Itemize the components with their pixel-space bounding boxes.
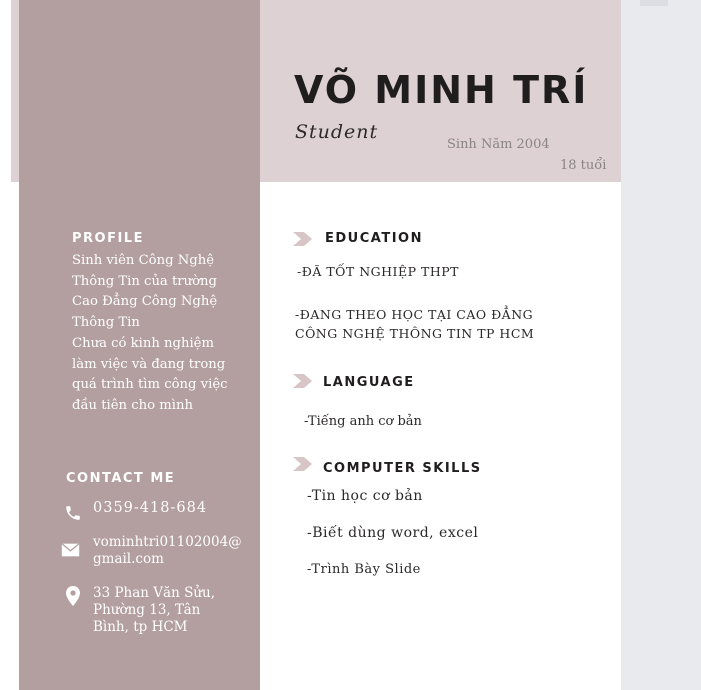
email-line: vominhtri01102004@ <box>93 534 242 550</box>
profile-line: Sinh viên Công Nghệ <box>72 253 215 268</box>
profile-line: quá trình tìm công việc <box>72 377 228 393</box>
skills-arrow-icon <box>293 457 312 471</box>
language-item: -Tiếng anh cơ bản <box>304 414 422 429</box>
page-background-gutter <box>621 0 701 690</box>
address-line: Phường 13, Tân <box>93 602 201 618</box>
skill-item: -Trình Bày Slide <box>307 562 421 577</box>
profile-line: Chưa có kinh nghiệm <box>72 335 214 351</box>
contact-heading: CONTACT ME <box>66 471 176 486</box>
mail-icon <box>61 543 80 557</box>
candidate-role: Student <box>295 121 379 143</box>
candidate-name: VÕ MINH TRÍ <box>294 68 589 112</box>
profile-line: Cao Đẳng Công Nghệ <box>72 294 218 310</box>
gutter-bar <box>640 0 668 6</box>
page-left-edge <box>0 0 11 690</box>
skill-item: -Tin học cơ bản <box>307 488 423 504</box>
birth-year: Sinh Năm 2004 <box>447 137 550 152</box>
address-line: Bình, tp HCM <box>93 619 188 635</box>
computer-skills-heading: COMPUTER SKILLS <box>323 461 482 476</box>
profile-heading: PROFILE <box>72 231 144 246</box>
contact-phone: 0359-418-684 <box>93 500 208 516</box>
profile-line: Thông Tin của trường <box>72 273 217 289</box>
education-heading: EDUCATION <box>325 231 423 246</box>
contact-email: vominhtri01102004@ gmail.com <box>93 534 242 568</box>
profile-line: Thông Tin <box>72 315 140 331</box>
language-heading: LANGUAGE <box>323 375 415 390</box>
education-item: CÔNG NGHỆ THÔNG TIN TP HCM <box>295 326 535 341</box>
contact-address: 33 Phan Văn Sửu, Phường 13, Tân Bình, tp… <box>93 585 215 636</box>
education-arrow-icon <box>293 232 312 246</box>
age: 18 tuổi <box>560 158 607 173</box>
language-arrow-icon <box>293 374 312 388</box>
location-pin-icon <box>66 586 80 606</box>
profile-line: làm việc và đang trong <box>72 356 226 372</box>
address-line: 33 Phan Văn Sửu, <box>93 585 215 601</box>
profile-line: đầu tiên cho mình <box>72 397 193 413</box>
phone-icon <box>66 506 80 520</box>
education-item: -ĐÃ TỐT NGHIỆP THPT <box>297 264 459 279</box>
profile-text: Sinh viên Công Nghệ Thông Tin của trường… <box>72 251 252 417</box>
education-item: -ĐANG THEO HỌC TẠI CAO ĐẲNG <box>295 307 534 322</box>
skill-item: -Biết dùng word, excel <box>307 525 479 541</box>
email-line: gmail.com <box>93 551 164 567</box>
